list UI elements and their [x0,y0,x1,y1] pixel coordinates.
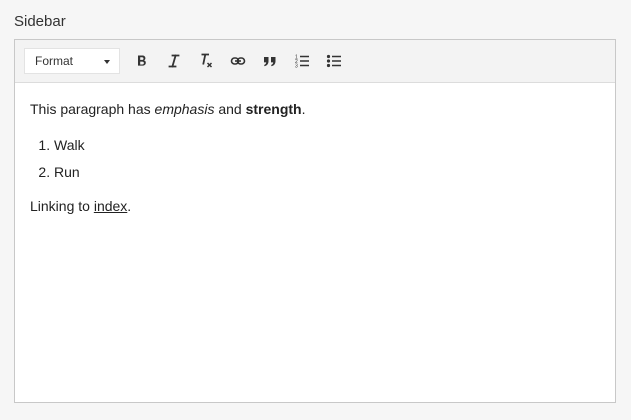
clear-format-icon [201,53,213,68]
numbered-list-button[interactable]: 1 2 3 [289,48,315,74]
paragraph: Linking to index. [30,198,132,214]
numbered-list-icon: 1 2 3 [295,55,309,70]
editor-toolbar: Format 1 2 3 [15,40,615,83]
list-item: Run [54,162,600,182]
list-item: Walk [54,135,600,155]
bulleted-list-icon [326,54,341,68]
index-link[interactable]: index [94,198,127,214]
rich-text-editor[interactable]: Format 1 2 3 This paragraph has emphasis… [14,39,616,403]
ordered-list: Walk Run [30,135,600,182]
emphasis-text: emphasis [154,101,215,117]
blockquote-button[interactable] [257,48,283,74]
bold-button[interactable] [129,48,155,74]
strong-text: strength [245,101,302,117]
link-icon [230,57,246,65]
blockquote-icon [264,57,276,67]
clear-format-button[interactable] [193,48,219,74]
chevron-down-icon [104,60,110,64]
bulleted-list-button[interactable] [321,48,347,74]
format-dropdown[interactable]: Format [24,48,120,74]
svg-text:3: 3 [295,64,298,70]
link-button[interactable] [225,48,251,74]
paragraph: This paragraph has emphasis and strength… [30,101,306,117]
bold-icon [138,55,146,66]
format-dropdown-label: Format [35,54,74,68]
italic-icon [168,54,180,68]
editor-content[interactable]: This paragraph has emphasis and strength… [15,83,615,216]
italic-button[interactable] [161,48,187,74]
field-label: Sidebar [14,13,66,30]
